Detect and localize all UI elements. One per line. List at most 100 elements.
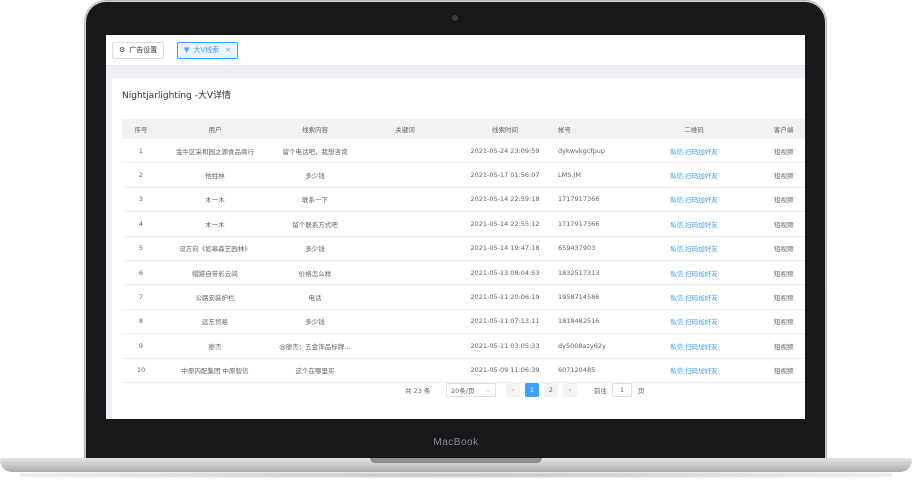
laptop-notch	[370, 458, 542, 463]
chevron-left-icon: ‹	[511, 386, 515, 394]
cell-index: 9	[138, 341, 144, 350]
tab-label: 大V线索	[193, 46, 220, 54]
cell-time: 2021-05-14 22:59:18	[470, 195, 540, 204]
cell-user: 金牛区采和园之源食品商行	[176, 147, 254, 156]
cell-client: 短视频	[774, 147, 794, 156]
table-row: 5 没方向《如皋森艺园林》 多少钱 2021-05-14 19:47:18 659437…	[122, 237, 805, 261]
qrcode-link[interactable]: 私信 扫码加好友	[652, 139, 736, 162]
col-header-qrcode: 二维码	[684, 126, 704, 134]
chevron-down-icon: ⌄	[485, 386, 491, 394]
cell-keyword	[360, 163, 450, 186]
tab-ad-settings[interactable]: ⚙ 广告设置	[112, 42, 165, 59]
tab-kol-leads[interactable]: ▼ 大V线索 ×	[177, 42, 239, 59]
cell-keyword	[360, 359, 450, 382]
pagination: 共 23 条 20条/页 ⌄ ‹ 1 2 › 前往 1 页	[112, 383, 805, 399]
cell-index: 3	[138, 195, 144, 204]
cell-client: 短视频	[774, 172, 794, 181]
chevron-right-icon: ›	[568, 386, 572, 394]
cell-index: 1	[138, 146, 144, 155]
qrcode-link[interactable]: 私信 扫码加好友	[652, 359, 736, 382]
qrcode-link[interactable]: 私信 扫码加好友	[652, 212, 736, 235]
cell-user: 中原内配集团 中原智信	[181, 367, 249, 376]
cell-keyword	[360, 285, 450, 308]
cell-account: dy5008azy62y	[558, 341, 606, 350]
cell-index: 7	[138, 293, 144, 302]
qrcode-link[interactable]: 私信 扫码加好友	[652, 285, 736, 308]
page-number-2[interactable]: 2	[544, 383, 558, 397]
qrcode-link[interactable]: 私信 扫码加好友	[652, 261, 736, 284]
cell-index: 4	[138, 219, 144, 228]
cell-content: 多少钱	[305, 318, 325, 327]
cell-content: 电话	[308, 294, 322, 303]
cell-user: 木一木	[205, 196, 225, 205]
cell-index: 6	[138, 268, 144, 277]
cell-keyword	[360, 212, 450, 235]
col-header-account: 帐号	[558, 126, 571, 134]
cell-keyword	[360, 188, 450, 211]
qrcode-link[interactable]: 私信 扫码加好友	[652, 310, 736, 333]
cell-account: 1717917366	[558, 195, 600, 204]
cell-content: 价格怎么样	[298, 269, 332, 278]
cell-content: 多少钱	[305, 245, 325, 254]
cell-time: 2021-05-14 22:55:12	[470, 219, 540, 228]
cell-content: 这个在哪里买	[295, 367, 335, 376]
goto-unit: 页	[638, 387, 645, 395]
cell-user: 没方向《如皋森艺园林》	[179, 245, 251, 254]
cell-client: 短视频	[774, 220, 794, 229]
cell-client: 短视频	[774, 367, 794, 376]
tab-bar: ⚙ 广告设置 ▼ 大V线索 ×	[106, 35, 805, 66]
prev-page-button[interactable]: ‹	[506, 383, 520, 397]
cell-account: 1832517313	[558, 268, 600, 277]
goto-label: 前往	[594, 387, 607, 395]
leads-table: 序号 用户 线索内容 关键词 线索时间 帐号 二维码 客户端 1 金牛区采和园之源…	[122, 119, 805, 383]
page-size-value: 20条/页	[451, 387, 475, 395]
cell-keyword	[360, 334, 450, 357]
cell-time: 2021-05-11 03:05:33	[470, 341, 540, 350]
gear-icon: ⚙	[119, 46, 126, 54]
table-row: 10 中原内配集团 中原智信 这个在哪里买 2021-05-09 11:06:39 60…	[122, 359, 805, 383]
cell-content: 留个电话吧，我想咨询	[282, 147, 348, 156]
goto-page-input[interactable]: 1	[612, 383, 632, 397]
qrcode-link[interactable]: 私信 扫码加好友	[652, 163, 736, 186]
cell-index: 8	[138, 317, 144, 326]
content-panel: Nightjarlighting -大V详情 序号 用户 线索内容 关键词 线索…	[112, 78, 805, 419]
col-header-index: 序号	[134, 126, 148, 134]
col-header-client: 客户端	[774, 126, 794, 134]
cell-account: dykwvkgcfpup	[558, 146, 606, 155]
pagination-total: 共 23 条	[405, 387, 431, 395]
table-row: 4 木一木 留个联系方式吧 2021-05-14 22:55:12 1717917366…	[122, 212, 805, 237]
tab-label: 广告设置	[129, 46, 158, 54]
cell-client: 短视频	[774, 269, 794, 278]
close-icon[interactable]: ×	[225, 43, 231, 58]
next-page-button[interactable]: ›	[563, 383, 577, 397]
cell-time: 2021-05-09 11:06:39	[470, 366, 540, 375]
cell-content: 留个联系方式吧	[292, 220, 338, 229]
cell-user: 木一木	[205, 220, 225, 229]
cell-content: @廖杰：五金饰品标牌…	[279, 342, 351, 351]
screen: ⚙ 广告设置 ▼ 大V线索 × Nightjarlighting -大V详情 序…	[106, 35, 805, 419]
cell-time: 2021-05-11 20:06:19	[470, 293, 540, 302]
col-header-user: 用户	[208, 126, 222, 134]
page-size-select[interactable]: 20条/页 ⌄	[446, 383, 496, 397]
table-row: 9 廖杰 @廖杰：五金饰品标牌… 2021-05-11 03:05:33 dy5008a…	[122, 334, 805, 359]
table-row: 6 帽跡自带彩云间 价格怎么样 2021-05-13 08:04:53 18325173…	[122, 261, 805, 286]
qrcode-link[interactable]: 私信 扫码加好友	[652, 237, 736, 260]
camera-icon	[452, 15, 458, 21]
cell-content: 多少钱	[305, 172, 325, 181]
device-brand: MacBook	[433, 437, 479, 448]
cell-content: 联系一下	[302, 196, 328, 205]
cell-keyword	[360, 139, 450, 162]
cell-time: 2021-05-24 23:09:59	[470, 146, 540, 155]
cell-account: 1818482516	[558, 317, 600, 326]
page-number-1[interactable]: 1	[525, 383, 539, 397]
cell-client: 短视频	[774, 196, 794, 205]
col-header-keyword: 关键词	[395, 126, 415, 134]
qrcode-link[interactable]: 私信 扫码加好友	[652, 188, 736, 211]
cell-account: 1958714586	[558, 293, 600, 302]
cell-keyword	[360, 261, 450, 284]
filter-icon: ▼	[184, 46, 190, 54]
qrcode-link[interactable]: 私信 扫码加好友	[652, 334, 736, 357]
cell-time: 2021-05-17 01:56:07	[470, 171, 540, 180]
table-row: 3 木一木 联系一下 2021-05-14 22:59:18 1717917366 私信 …	[122, 188, 805, 213]
cell-user: 他姓林	[205, 172, 225, 181]
